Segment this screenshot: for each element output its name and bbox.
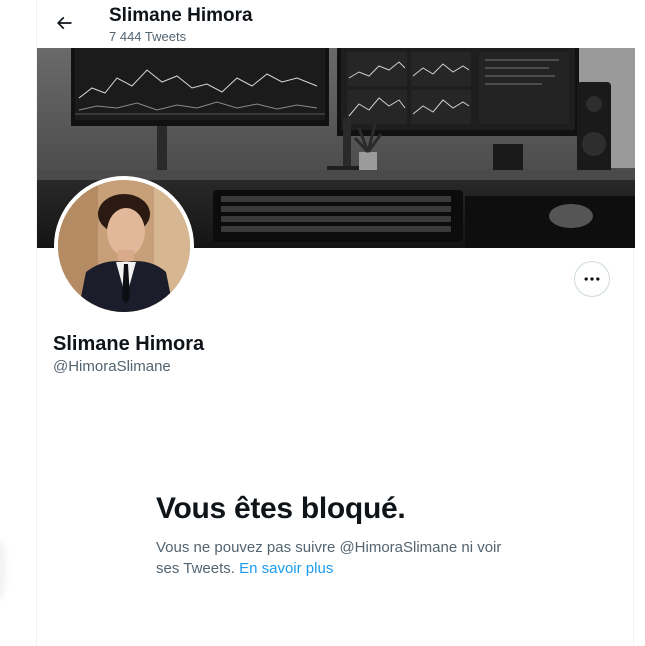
back-button[interactable] [49,8,79,38]
blocked-message: Vous ne pouvez pas suivre @HimoraSlimane… [156,537,516,579]
learn-more-link[interactable]: En savoir plus [239,560,333,577]
profile-column: Slimane Himora 7 444 Tweets Slimane Himo… [36,0,635,646]
more-options-button[interactable] [574,261,610,297]
profile-handle: @HimoraSlimane [53,358,171,375]
header-title: Slimane Himora [109,5,253,26]
profile-avatar[interactable] [54,176,194,316]
blocked-title: Vous êtes bloqué. [156,492,406,525]
profile-name: Slimane Himora [53,333,205,355]
edge-shadow [0,540,6,600]
tweet-count: 7 444 Tweets [109,29,187,44]
avatar-photo [58,180,190,312]
more-horizontal-icon [584,277,600,281]
arrow-left-icon [56,16,72,30]
profile-header: Slimane Himora 7 444 Tweets [37,0,635,48]
